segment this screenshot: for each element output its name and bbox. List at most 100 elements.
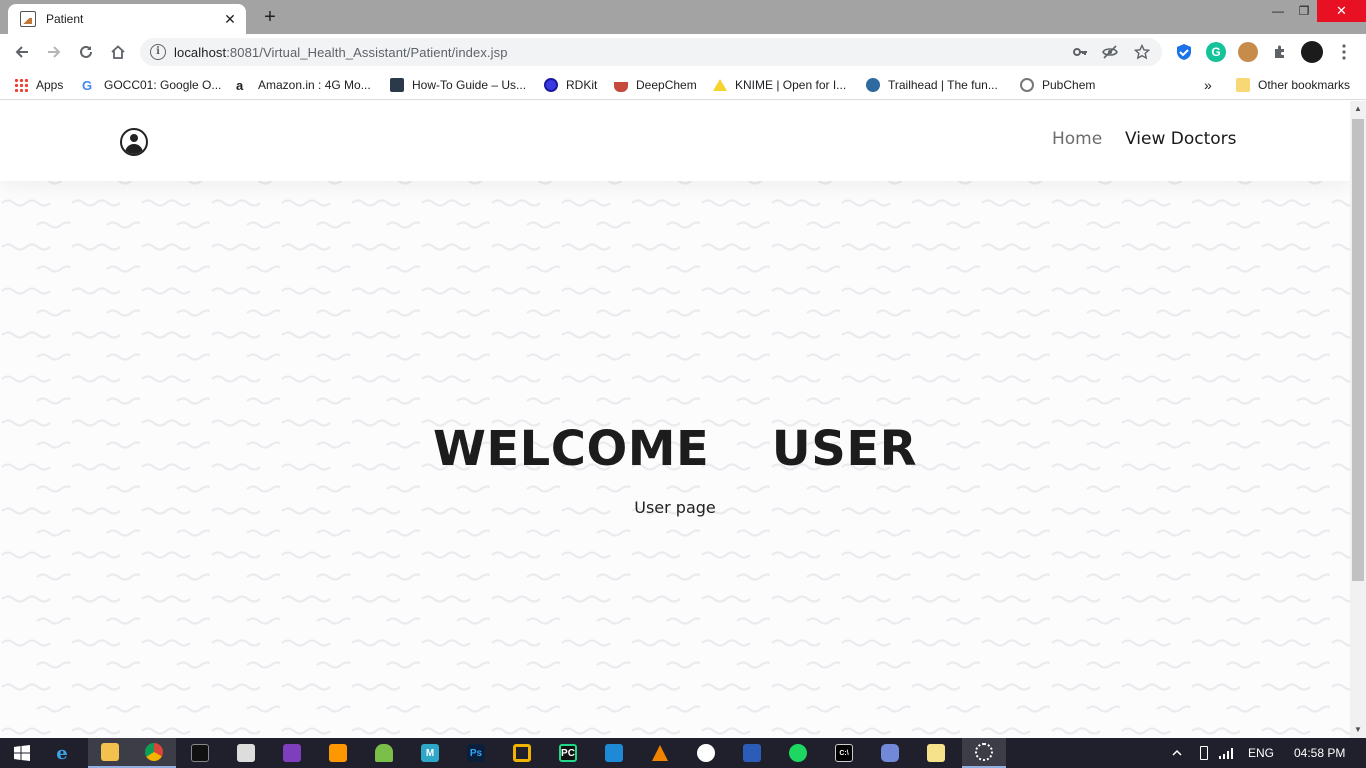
- square-app-icon: [513, 744, 531, 762]
- scrollbar-thumb[interactable]: [1352, 119, 1364, 581]
- bookmark-label: Apps: [36, 78, 64, 92]
- page-scrollbar[interactable]: ▲ ▼: [1350, 101, 1366, 738]
- address-bar[interactable]: i localhost:8081/Virtual_Health_Assistan…: [140, 38, 1162, 66]
- bookmark-label: DeepChem: [636, 78, 697, 92]
- taskbar-photoshop[interactable]: Ps: [454, 738, 498, 768]
- taskbar-app-square[interactable]: [500, 738, 544, 768]
- tab-title: Patient: [46, 12, 84, 26]
- forward-button[interactable]: [42, 40, 66, 64]
- other-bookmarks-label: Other bookmarks: [1258, 78, 1351, 92]
- sublime-text-icon: [329, 744, 347, 762]
- taskbar-vlc[interactable]: [638, 738, 682, 768]
- page-viewport: Home View Doctors WELCOME USER User page: [0, 101, 1350, 738]
- language-indicator[interactable]: ENG: [1248, 738, 1274, 768]
- tab-strip: Patient ✕ + — ❐ ✕: [0, 0, 1366, 34]
- bookmark-label: KNIME | Open for I...: [735, 78, 847, 92]
- bookmark-rdkit[interactable]: RDKit: [544, 76, 597, 94]
- other-bookmarks-folder[interactable]: Other bookmarks: [1236, 76, 1350, 94]
- scroll-down-arrow-icon[interactable]: ▼: [1350, 722, 1366, 738]
- taskbar-internet-explorer[interactable]: e: [40, 738, 84, 768]
- taskbar-discord[interactable]: [868, 738, 912, 768]
- grammarly-extension-icon[interactable]: G: [1206, 42, 1226, 62]
- bookmark-label: Trailhead | The fun...: [888, 78, 998, 92]
- browser-tab[interactable]: Patient ✕: [8, 4, 246, 34]
- taskbar-android-studio[interactable]: [362, 738, 406, 768]
- browser-toolbar: i localhost:8081/Virtual_Health_Assistan…: [0, 34, 1366, 70]
- apps-grid-icon: [14, 78, 28, 92]
- taskbar-chrome[interactable]: [132, 738, 176, 768]
- close-window-button[interactable]: ✕: [1317, 0, 1366, 22]
- bookmark-label: RDKit: [566, 78, 598, 92]
- eye-slash-icon[interactable]: [1102, 44, 1118, 60]
- start-button[interactable]: [0, 738, 44, 768]
- browser-menu-icon[interactable]: [1334, 42, 1354, 62]
- back-arrow-icon: [15, 46, 28, 58]
- site-info-icon[interactable]: i: [150, 44, 166, 60]
- cookie-extension-icon[interactable]: [1238, 42, 1258, 62]
- unity-hub-icon: [237, 744, 255, 762]
- url-text[interactable]: localhost:8081/Virtual_Health_Assistant/…: [174, 45, 508, 60]
- folder-icon: [1236, 78, 1250, 92]
- taskbar-unity-hub[interactable]: [224, 738, 268, 768]
- tab-close-icon[interactable]: ✕: [220, 9, 240, 29]
- discord-icon: [881, 744, 899, 762]
- hero-subtitle: User page: [634, 498, 716, 517]
- bookmark-pubchem[interactable]: PubChem: [1020, 76, 1095, 94]
- taskbar-sublime-text[interactable]: [316, 738, 360, 768]
- bookmark-knime[interactable]: KNIME | Open for I...: [713, 76, 846, 94]
- taskbar-terminal[interactable]: C:\: [822, 738, 866, 768]
- bookmark-label: GOCC01: Google O...: [104, 78, 222, 92]
- extensions-puzzle-icon[interactable]: [1270, 42, 1290, 62]
- back-button[interactable]: [10, 40, 34, 64]
- hero-title: WELCOME USER: [432, 421, 918, 477]
- site-logo-icon[interactable]: [120, 128, 148, 156]
- bookmark-how-to-guide[interactable]: How-To Guide – Us...: [390, 76, 526, 94]
- nav-home-link[interactable]: Home: [1052, 129, 1102, 149]
- network-signal-icon[interactable]: [1218, 738, 1234, 768]
- scroll-up-arrow-icon[interactable]: ▲: [1350, 101, 1366, 117]
- taskbar-file-explorer[interactable]: [88, 738, 132, 768]
- taskbar-app-grid[interactable]: [730, 738, 774, 768]
- windows-taskbar: e M Ps PC C:\ ENG 04:58 PM: [0, 738, 1366, 768]
- taskbar-spotify[interactable]: [776, 738, 820, 768]
- internet-explorer-icon: e: [56, 742, 68, 764]
- taskbar-clock[interactable]: 04:58 PM: [1294, 738, 1345, 768]
- taskbar-unity[interactable]: [178, 738, 222, 768]
- home-icon: [111, 45, 125, 59]
- gear-icon: [975, 743, 993, 761]
- pubchem-icon: [1020, 78, 1034, 92]
- amazon-icon: a: [236, 78, 244, 93]
- knime-icon: [713, 79, 727, 91]
- bookmark-amazon[interactable]: a Amazon.in : 4G Mo...: [236, 76, 371, 94]
- rdkit-icon: [544, 78, 558, 92]
- bookmark-label: Amazon.in : 4G Mo...: [258, 78, 371, 92]
- bookmark-gocc01[interactable]: G GOCC01: Google O...: [82, 76, 221, 94]
- photoshop-icon: Ps: [467, 744, 485, 762]
- new-tab-button[interactable]: +: [258, 6, 282, 28]
- taskbar-visual-studio[interactable]: [270, 738, 314, 768]
- taskbar-app-m[interactable]: M: [408, 738, 452, 768]
- reload-button[interactable]: [74, 40, 98, 64]
- forward-arrow-icon: [48, 46, 61, 58]
- bookmark-deepchem[interactable]: DeepChem: [614, 76, 697, 94]
- notes-app-icon: [927, 744, 945, 762]
- taskbar-settings[interactable]: [962, 738, 1006, 768]
- shield-extension-icon[interactable]: [1174, 42, 1194, 62]
- tray-show-hidden-icon[interactable]: [1172, 738, 1182, 768]
- taskbar-vscode[interactable]: [592, 738, 636, 768]
- grid-app-icon: [743, 744, 761, 762]
- battery-icon[interactable]: [1200, 738, 1208, 768]
- url-path: :8081/Virtual_Health_Assistant/Patient/i…: [226, 45, 508, 60]
- nav-view-doctors-link[interactable]: View Doctors: [1125, 129, 1237, 149]
- bookmark-star-icon[interactable]: [1134, 44, 1150, 60]
- reload-icon: [80, 45, 92, 58]
- bookmark-apps[interactable]: Apps: [14, 76, 63, 94]
- bookmarks-overflow-button[interactable]: »: [1204, 76, 1212, 94]
- taskbar-pycharm[interactable]: PC: [546, 738, 590, 768]
- taskbar-slack[interactable]: [684, 738, 728, 768]
- home-button[interactable]: [106, 40, 130, 64]
- bookmark-trailhead[interactable]: Trailhead | The fun...: [866, 76, 998, 94]
- profile-avatar[interactable]: [1301, 41, 1323, 63]
- key-icon[interactable]: [1072, 44, 1088, 60]
- taskbar-notes-app[interactable]: [914, 738, 958, 768]
